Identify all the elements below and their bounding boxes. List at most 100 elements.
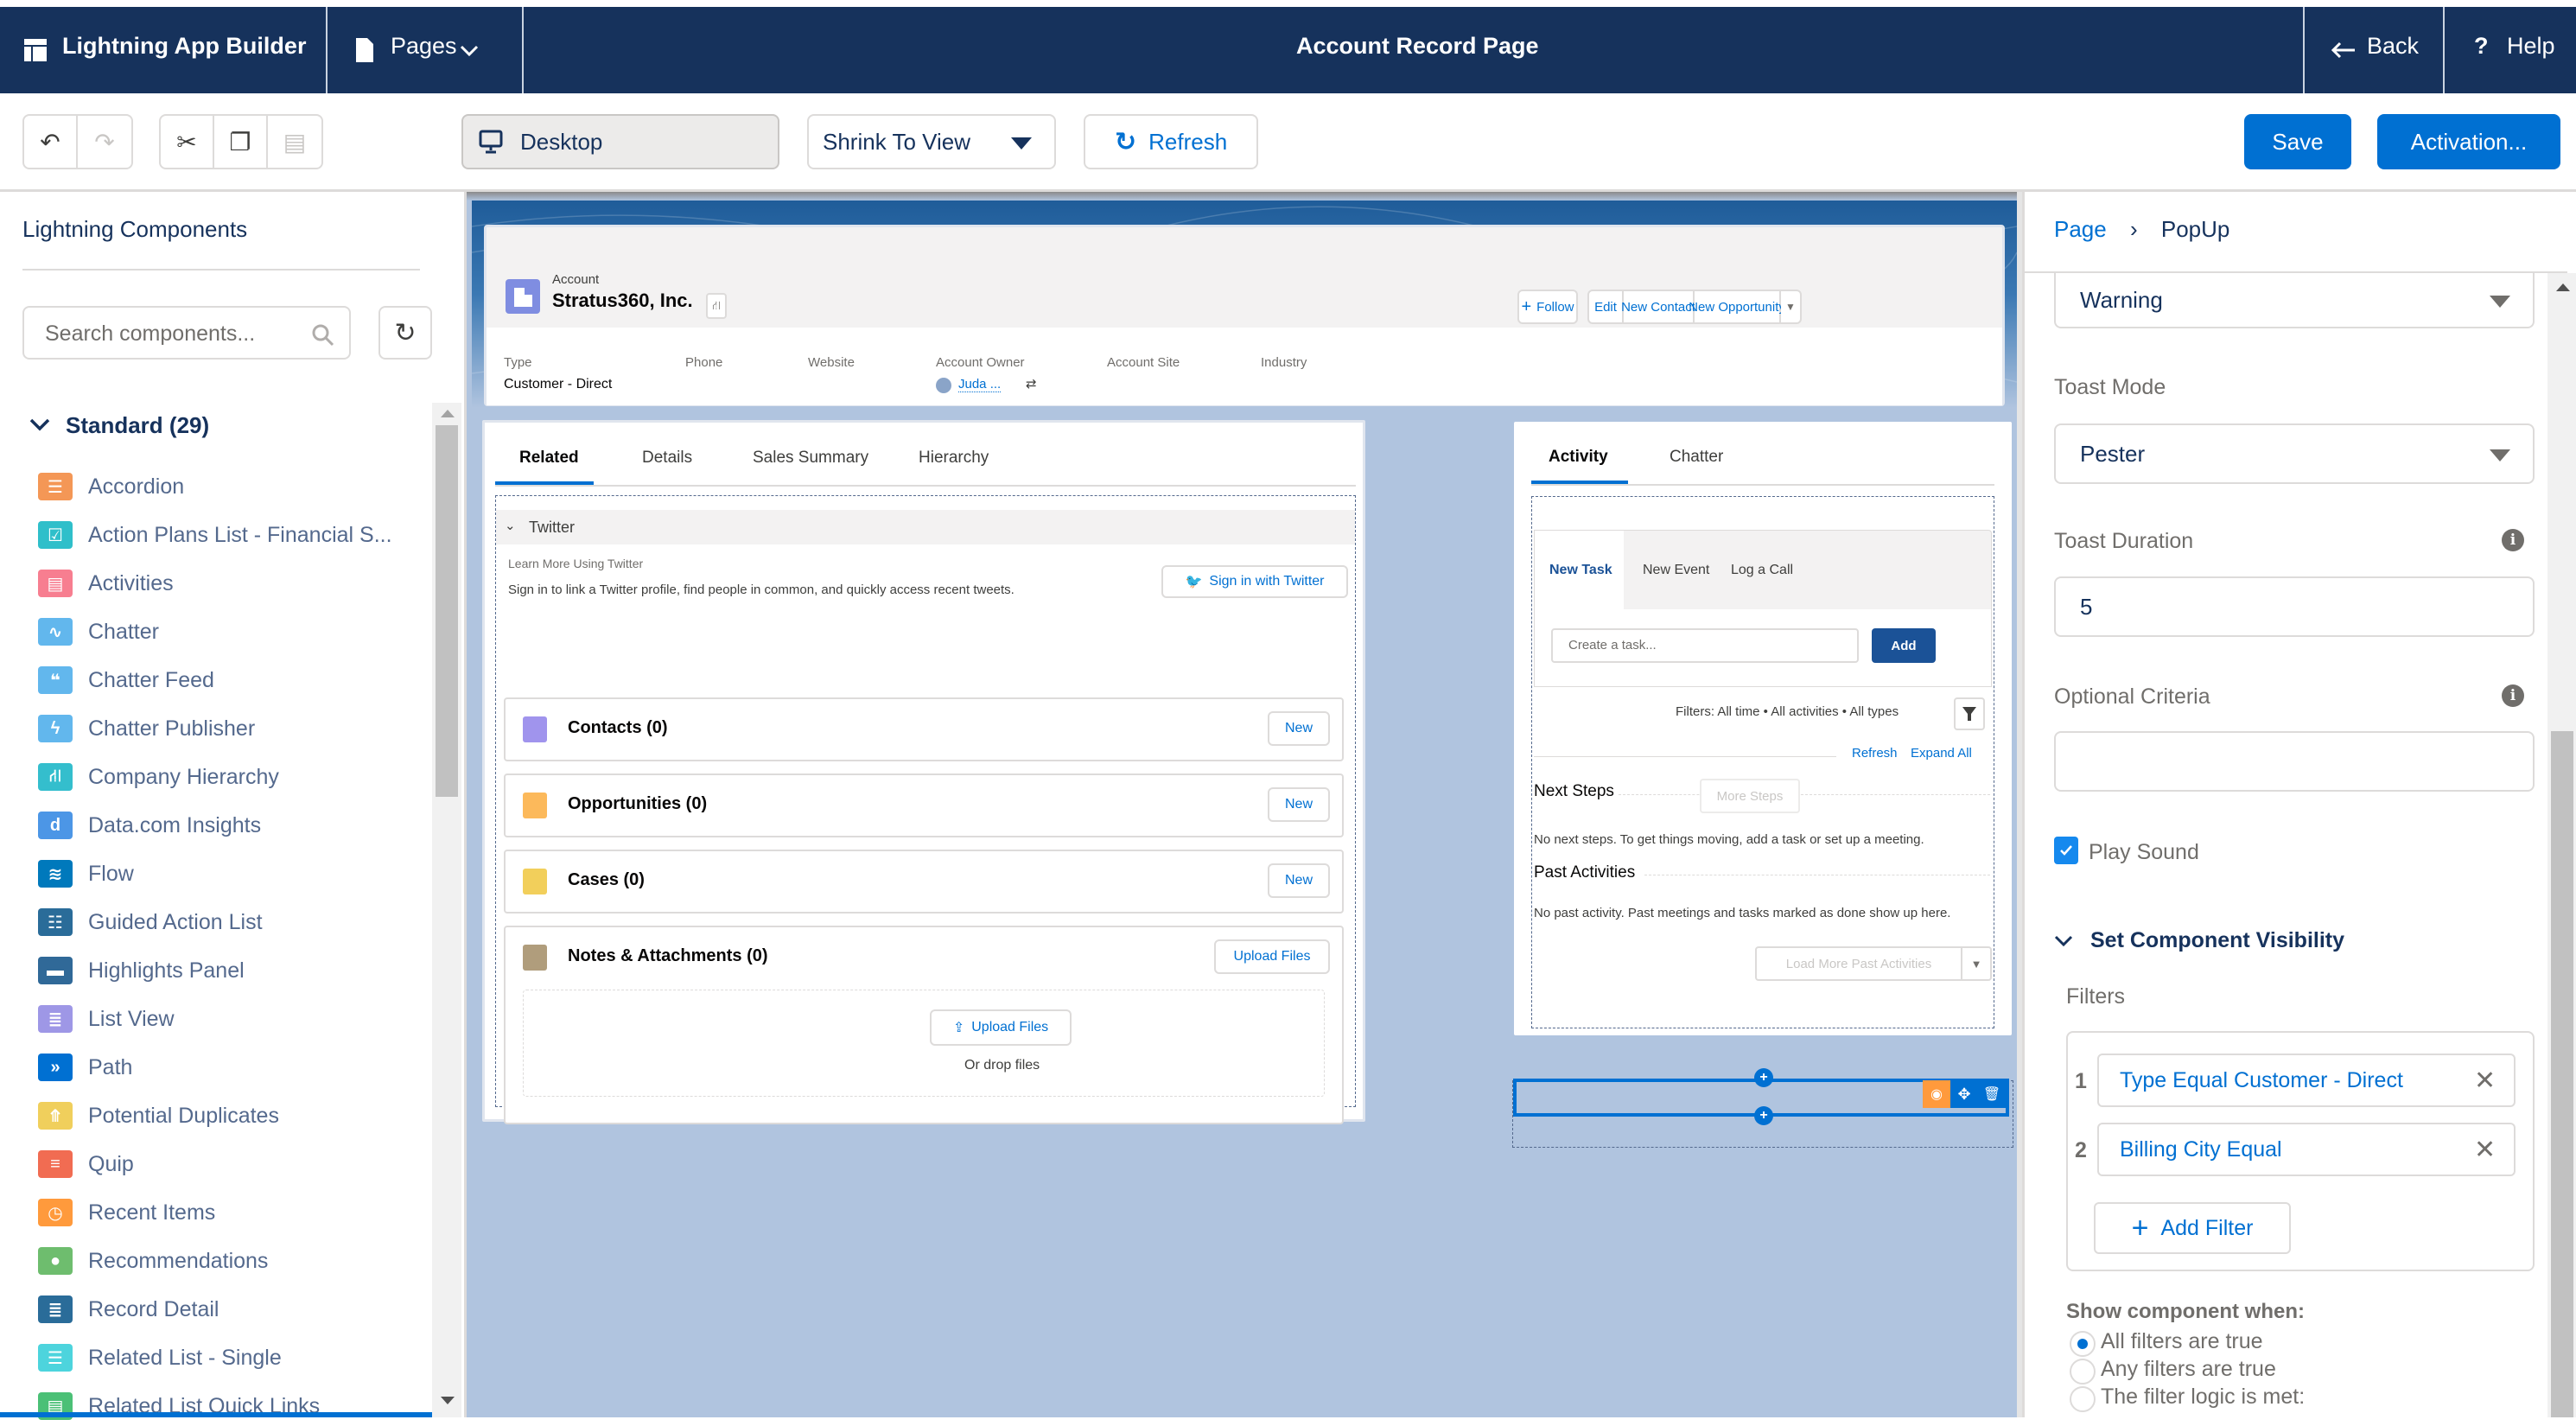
move-icon[interactable]: ✥: [1950, 1080, 1978, 1108]
properties-scrollbar[interactable]: [2547, 273, 2576, 1417]
component-item[interactable]: » Path: [38, 1047, 132, 1087]
filter-pill[interactable]: Type Equal Customer - Direct ✕: [2097, 1054, 2516, 1107]
tab-activity[interactable]: Activity: [1549, 448, 1608, 467]
twitter-learn-more[interactable]: Learn More Using Twitter: [508, 557, 643, 570]
related-list-button[interactable]: New: [1268, 863, 1330, 898]
refresh-components-button[interactable]: ↻: [378, 306, 432, 360]
component-item[interactable]: ≡ Quip: [38, 1144, 134, 1184]
components-scrollbar[interactable]: [432, 403, 461, 1417]
play-sound-checkbox[interactable]: [2054, 837, 2078, 864]
expand-all-link[interactable]: Expand All: [1911, 746, 1972, 761]
load-more-button[interactable]: Load More Past Activities: [1755, 946, 1962, 981]
component-item[interactable]: d Data.com Insights: [38, 805, 261, 845]
activity-refresh-link[interactable]: Refresh: [1852, 746, 1898, 761]
component-item[interactable]: ≣ List View: [38, 999, 175, 1039]
visibility-eye-icon[interactable]: ◉: [1923, 1080, 1950, 1108]
component-item[interactable]: ◷ Recent Items: [38, 1193, 215, 1232]
hierarchy-button[interactable]: ⛙: [706, 293, 727, 319]
component-item[interactable]: ☰ Related List - Single: [38, 1338, 282, 1378]
show-when-radio[interactable]: [2070, 1331, 2096, 1357]
back-button[interactable]: Back: [2305, 7, 2443, 93]
toast-mode-select[interactable]: Pester: [2054, 423, 2535, 484]
undo-icon[interactable]: ↶: [24, 116, 78, 168]
show-when-radio[interactable]: [2070, 1359, 2096, 1385]
copy-icon[interactable]: ❐: [214, 116, 268, 168]
component-item[interactable]: ☷ Guided Action List: [38, 902, 263, 942]
filter-pill[interactable]: Billing City Equal ✕: [2097, 1123, 2516, 1176]
filter-button[interactable]: [1954, 697, 1985, 730]
related-list-title[interactable]: Opportunities (0): [568, 794, 707, 814]
activation-button[interactable]: Activation...: [2377, 114, 2560, 169]
related-list-title[interactable]: Notes & Attachments (0): [568, 946, 768, 966]
related-list-title[interactable]: Cases (0): [568, 870, 645, 890]
tab-hierarchy[interactable]: Hierarchy: [919, 449, 989, 468]
scroll-up-icon[interactable]: [2556, 283, 2570, 291]
toast-duration-input[interactable]: 5: [2054, 576, 2535, 637]
account-owner-link[interactable]: Juda ...: [958, 377, 1002, 392]
info-icon[interactable]: i: [2502, 684, 2524, 707]
component-item[interactable]: ▬ Highlights Panel: [38, 951, 245, 990]
component-item[interactable]: ϟ Chatter Publisher: [38, 709, 255, 748]
component-item[interactable]: ☑ Action Plans List - Financial S...: [38, 515, 392, 555]
component-item[interactable]: ∿ Chatter: [38, 612, 159, 652]
redo-icon[interactable]: ↷: [78, 116, 131, 168]
component-item[interactable]: ⤊ Potential Duplicates: [38, 1096, 279, 1136]
component-item[interactable]: ● Recommendations: [38, 1241, 268, 1281]
tab-related[interactable]: Related: [519, 449, 579, 468]
upload-files-button[interactable]: ⇪ Upload Files: [930, 1009, 1072, 1046]
show-when-radio[interactable]: [2070, 1386, 2096, 1412]
subtab-new-event[interactable]: New Event: [1643, 563, 1709, 578]
component-item[interactable]: ☰ Accordion: [38, 467, 184, 506]
help-button[interactable]: ? Help: [2445, 7, 2576, 93]
subtab-log-a-call[interactable]: Log a Call: [1731, 563, 1793, 578]
file-drop-zone[interactable]: ⇪ Upload Files Or drop files: [523, 990, 1325, 1097]
component-item[interactable]: ≋ Flow: [38, 854, 134, 894]
twitter-signin-button[interactable]: 🐦 Sign in with Twitter: [1161, 565, 1348, 598]
scrollbar-thumb[interactable]: [2551, 731, 2573, 1417]
load-more-menu[interactable]: ▼: [1961, 946, 1992, 981]
add-task-button[interactable]: Add: [1872, 628, 1936, 663]
component-item[interactable]: ❝ Chatter Feed: [38, 660, 214, 700]
change-owner-icon[interactable]: ⇄: [1026, 376, 1037, 392]
component-item[interactable]: ▤ Activities: [38, 563, 174, 603]
tab-details[interactable]: Details: [642, 449, 692, 468]
twitter-header[interactable]: ⌄ Twitter: [496, 510, 1355, 544]
view-mode-select[interactable]: Shrink To View: [807, 114, 1056, 169]
visibility-section-toggle[interactable]: Set Component Visibility: [2054, 928, 2344, 953]
remove-filter-icon[interactable]: ✕: [2474, 1135, 2496, 1165]
cut-icon[interactable]: ✂: [161, 116, 214, 168]
breadcrumb-page-link[interactable]: Page: [2054, 216, 2107, 242]
edit-button[interactable]: Edit: [1587, 290, 1624, 324]
task-input[interactable]: Create a task...: [1551, 628, 1859, 663]
new-opportunity-button[interactable]: New Opportunity: [1689, 290, 1785, 324]
standard-section-toggle[interactable]: Standard (29): [29, 410, 209, 441]
scroll-up-icon[interactable]: [441, 410, 455, 417]
highlights-panel[interactable]: Account Stratus360, Inc. ⛙ + Follow Edit …: [484, 225, 2005, 406]
save-button[interactable]: Save: [2244, 114, 2351, 169]
toast-type-select[interactable]: Warning: [2054, 273, 2535, 328]
optional-criteria-input[interactable]: [2054, 731, 2535, 792]
new-contact-button[interactable]: New Contact: [1621, 290, 1695, 324]
related-list-button[interactable]: New: [1268, 787, 1330, 822]
add-component-below-icon[interactable]: +: [1754, 1106, 1773, 1125]
scrollbar-thumb[interactable]: [436, 425, 458, 797]
tab-chatter[interactable]: Chatter: [1670, 448, 1723, 467]
subtab-new-task[interactable]: New Task: [1549, 563, 1612, 578]
add-component-above-icon[interactable]: +: [1754, 1068, 1773, 1087]
remove-filter-icon[interactable]: ✕: [2474, 1066, 2496, 1096]
related-list-button[interactable]: Upload Files: [1214, 939, 1330, 974]
tab-sales-summary[interactable]: Sales Summary: [753, 449, 868, 468]
related-list-button[interactable]: New: [1268, 711, 1330, 746]
more-steps-button[interactable]: More Steps: [1700, 779, 1800, 813]
scroll-down-icon[interactable]: [441, 1397, 455, 1404]
follow-button[interactable]: + Follow: [1517, 290, 1578, 324]
info-icon[interactable]: i: [2502, 529, 2524, 551]
related-list-title[interactable]: Contacts (0): [568, 718, 668, 738]
device-selector[interactable]: Desktop: [461, 114, 779, 169]
component-item[interactable]: ⛙ Company Hierarchy: [38, 757, 279, 797]
refresh-button[interactable]: ↻ Refresh: [1084, 114, 1258, 169]
paste-icon[interactable]: ▤: [268, 116, 321, 168]
component-item[interactable]: ▤ Related List Quick Links: [38, 1386, 320, 1426]
pages-menu[interactable]: Pages: [328, 7, 522, 93]
add-filter-button[interactable]: + Add Filter: [2094, 1202, 2291, 1254]
